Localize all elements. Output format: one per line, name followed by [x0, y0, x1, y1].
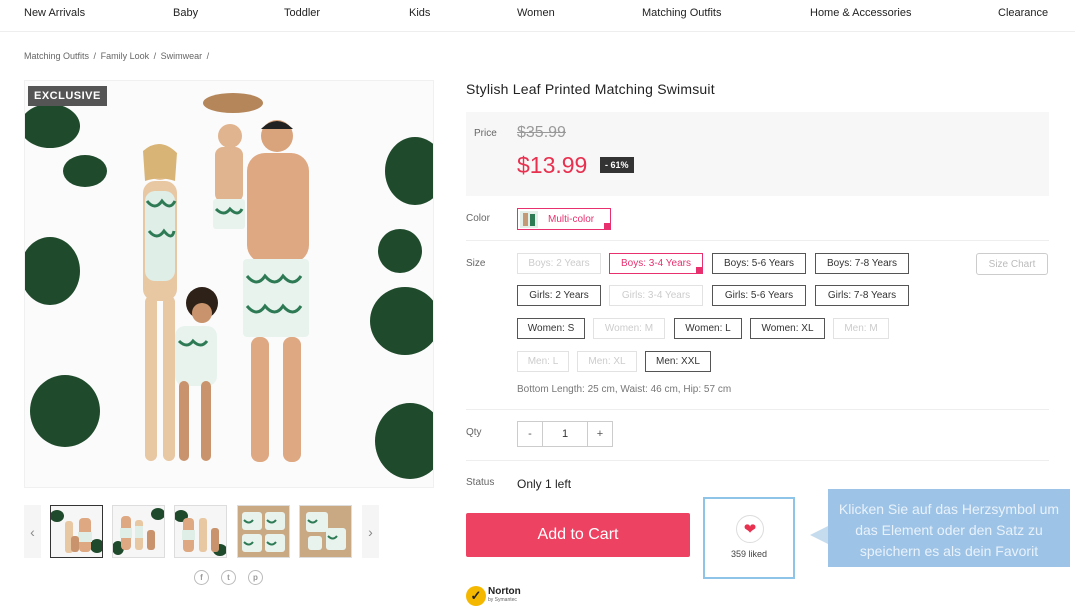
- norton-text: Norton by Symantec: [488, 587, 521, 605]
- color-option-multi-color[interactable]: Multi-color: [517, 208, 611, 230]
- divider: [466, 409, 1049, 410]
- tooltip-pointer: [810, 526, 828, 544]
- size-option-men-xxl[interactable]: Men: XXL: [645, 351, 711, 372]
- size-option-men-m[interactable]: Men: M: [833, 318, 889, 339]
- size-chart-button[interactable]: Size Chart: [976, 253, 1048, 275]
- stock-status: Only 1 left: [517, 477, 572, 491]
- size-option-women-m[interactable]: Women: M: [593, 318, 665, 339]
- add-to-cart-button[interactable]: Add to Cart: [466, 513, 690, 557]
- thumbnail-prev-arrow[interactable]: ‹: [24, 505, 41, 558]
- nav-women[interactable]: Women: [517, 7, 555, 19]
- norton-seal: ✓ Norton by Symantec: [466, 586, 521, 606]
- nav-clearance[interactable]: Clearance: [998, 7, 1048, 19]
- qty-input[interactable]: 1: [543, 421, 587, 447]
- original-price: $35.99: [517, 124, 566, 141]
- nav-matching-outfits[interactable]: Matching Outfits: [642, 7, 721, 19]
- breadcrumb: Matching Outfits / Family Look / Swimwea…: [24, 51, 211, 61]
- favorite-box[interactable]: ❤ 359 liked: [703, 497, 795, 579]
- thumbnail-3-image: [175, 506, 226, 557]
- breadcrumb-separator: /: [93, 51, 97, 61]
- thumbnail-1[interactable]: [50, 505, 103, 558]
- size-option-girls-5-6-years[interactable]: Girls: 5-6 Years: [712, 285, 806, 306]
- thumbnail-5-image: [300, 506, 351, 557]
- qty-decrease-button[interactable]: -: [517, 421, 543, 447]
- nav-toddler[interactable]: Toddler: [284, 7, 320, 19]
- breadcrumb-separator: /: [206, 51, 210, 61]
- product-title: Stylish Leaf Printed Matching Swimsuit: [466, 81, 715, 97]
- sale-price: $13.99: [517, 152, 588, 178]
- size-option-men-l[interactable]: Men: L: [517, 351, 569, 372]
- selected-check-icon: [604, 223, 611, 230]
- nav-baby[interactable]: Baby: [173, 7, 198, 19]
- favorite-tooltip: Klicken Sie auf das Herzsymbol um das El…: [828, 489, 1070, 567]
- breadcrumb-swimwear[interactable]: Swimwear: [161, 51, 203, 61]
- qty-increase-button[interactable]: +: [587, 421, 613, 447]
- product-main-image[interactable]: [24, 80, 434, 488]
- discount-badge: - 61%: [600, 157, 634, 173]
- size-option-women-xl[interactable]: Women: XL: [750, 318, 825, 339]
- color-option-label: Multi-color: [548, 213, 595, 225]
- breadcrumb-separator: /: [153, 51, 157, 61]
- top-nav: New Arrivals Baby Toddler Kids Women Mat…: [0, 0, 1075, 32]
- thumbnail-3[interactable]: [174, 505, 227, 558]
- size-option-girls-3-4-years[interactable]: Girls: 3-4 Years: [609, 285, 703, 306]
- nav-new-arrivals[interactable]: New Arrivals: [24, 7, 85, 19]
- twitter-share-icon[interactable]: t: [221, 570, 236, 585]
- thumbnail-2-image: [113, 506, 164, 557]
- breadcrumb-matching-outfits[interactable]: Matching Outfits: [24, 51, 89, 61]
- exclusive-badge: EXCLUSIVE: [28, 86, 107, 106]
- facebook-share-icon[interactable]: f: [194, 570, 209, 585]
- thumbnail-2[interactable]: [112, 505, 165, 558]
- thumbnail-1-image: [51, 506, 102, 557]
- divider: [466, 240, 1049, 241]
- size-option-boys-7-8-years[interactable]: Boys: 7-8 Years: [815, 253, 909, 274]
- thumbnail-next-arrow[interactable]: ›: [362, 505, 379, 558]
- size-option-boys-5-6-years[interactable]: Boys: 5-6 Years: [712, 253, 806, 274]
- size-option-girls-7-8-years[interactable]: Girls: 7-8 Years: [815, 285, 909, 306]
- norton-check-icon: ✓: [466, 586, 486, 606]
- size-option-label: Boys: 3-4 Years: [620, 258, 692, 269]
- product-photo-illustration: [25, 81, 433, 487]
- norton-sub: by Symantec: [488, 597, 517, 603]
- size-option-men-xl[interactable]: Men: XL: [577, 351, 637, 372]
- color-label: Color: [466, 213, 490, 224]
- size-option-boys-2-years[interactable]: Boys: 2 Years: [517, 253, 601, 274]
- price-label: Price: [474, 128, 497, 139]
- divider: [466, 460, 1049, 461]
- status-label: Status: [466, 477, 495, 488]
- thumbnail-5[interactable]: [299, 505, 352, 558]
- thumbnail-4[interactable]: [237, 505, 290, 558]
- color-swatch-image: [520, 210, 538, 228]
- nav-home-accessories[interactable]: Home & Accessories: [810, 7, 911, 19]
- size-label: Size: [466, 258, 486, 269]
- liked-count: 359 liked: [730, 549, 768, 559]
- color-swatch: [520, 210, 538, 228]
- breadcrumb-family-look[interactable]: Family Look: [101, 51, 150, 61]
- heart-icon[interactable]: ❤: [736, 515, 764, 543]
- nav-kids[interactable]: Kids: [409, 7, 430, 19]
- thumbnail-4-image: [238, 506, 289, 557]
- size-option-women-s[interactable]: Women: S: [517, 318, 585, 339]
- size-measurements: Bottom Length: 25 cm, Waist: 46 cm, Hip:…: [517, 384, 732, 395]
- size-option-women-l[interactable]: Women: L: [674, 318, 742, 339]
- qty-label: Qty: [466, 427, 482, 438]
- selected-check-icon: [696, 267, 703, 274]
- size-option-girls-2-years[interactable]: Girls: 2 Years: [517, 285, 601, 306]
- pinterest-share-icon[interactable]: p: [248, 570, 263, 585]
- size-option-boys-3-4-years[interactable]: Boys: 3-4 Years: [609, 253, 703, 274]
